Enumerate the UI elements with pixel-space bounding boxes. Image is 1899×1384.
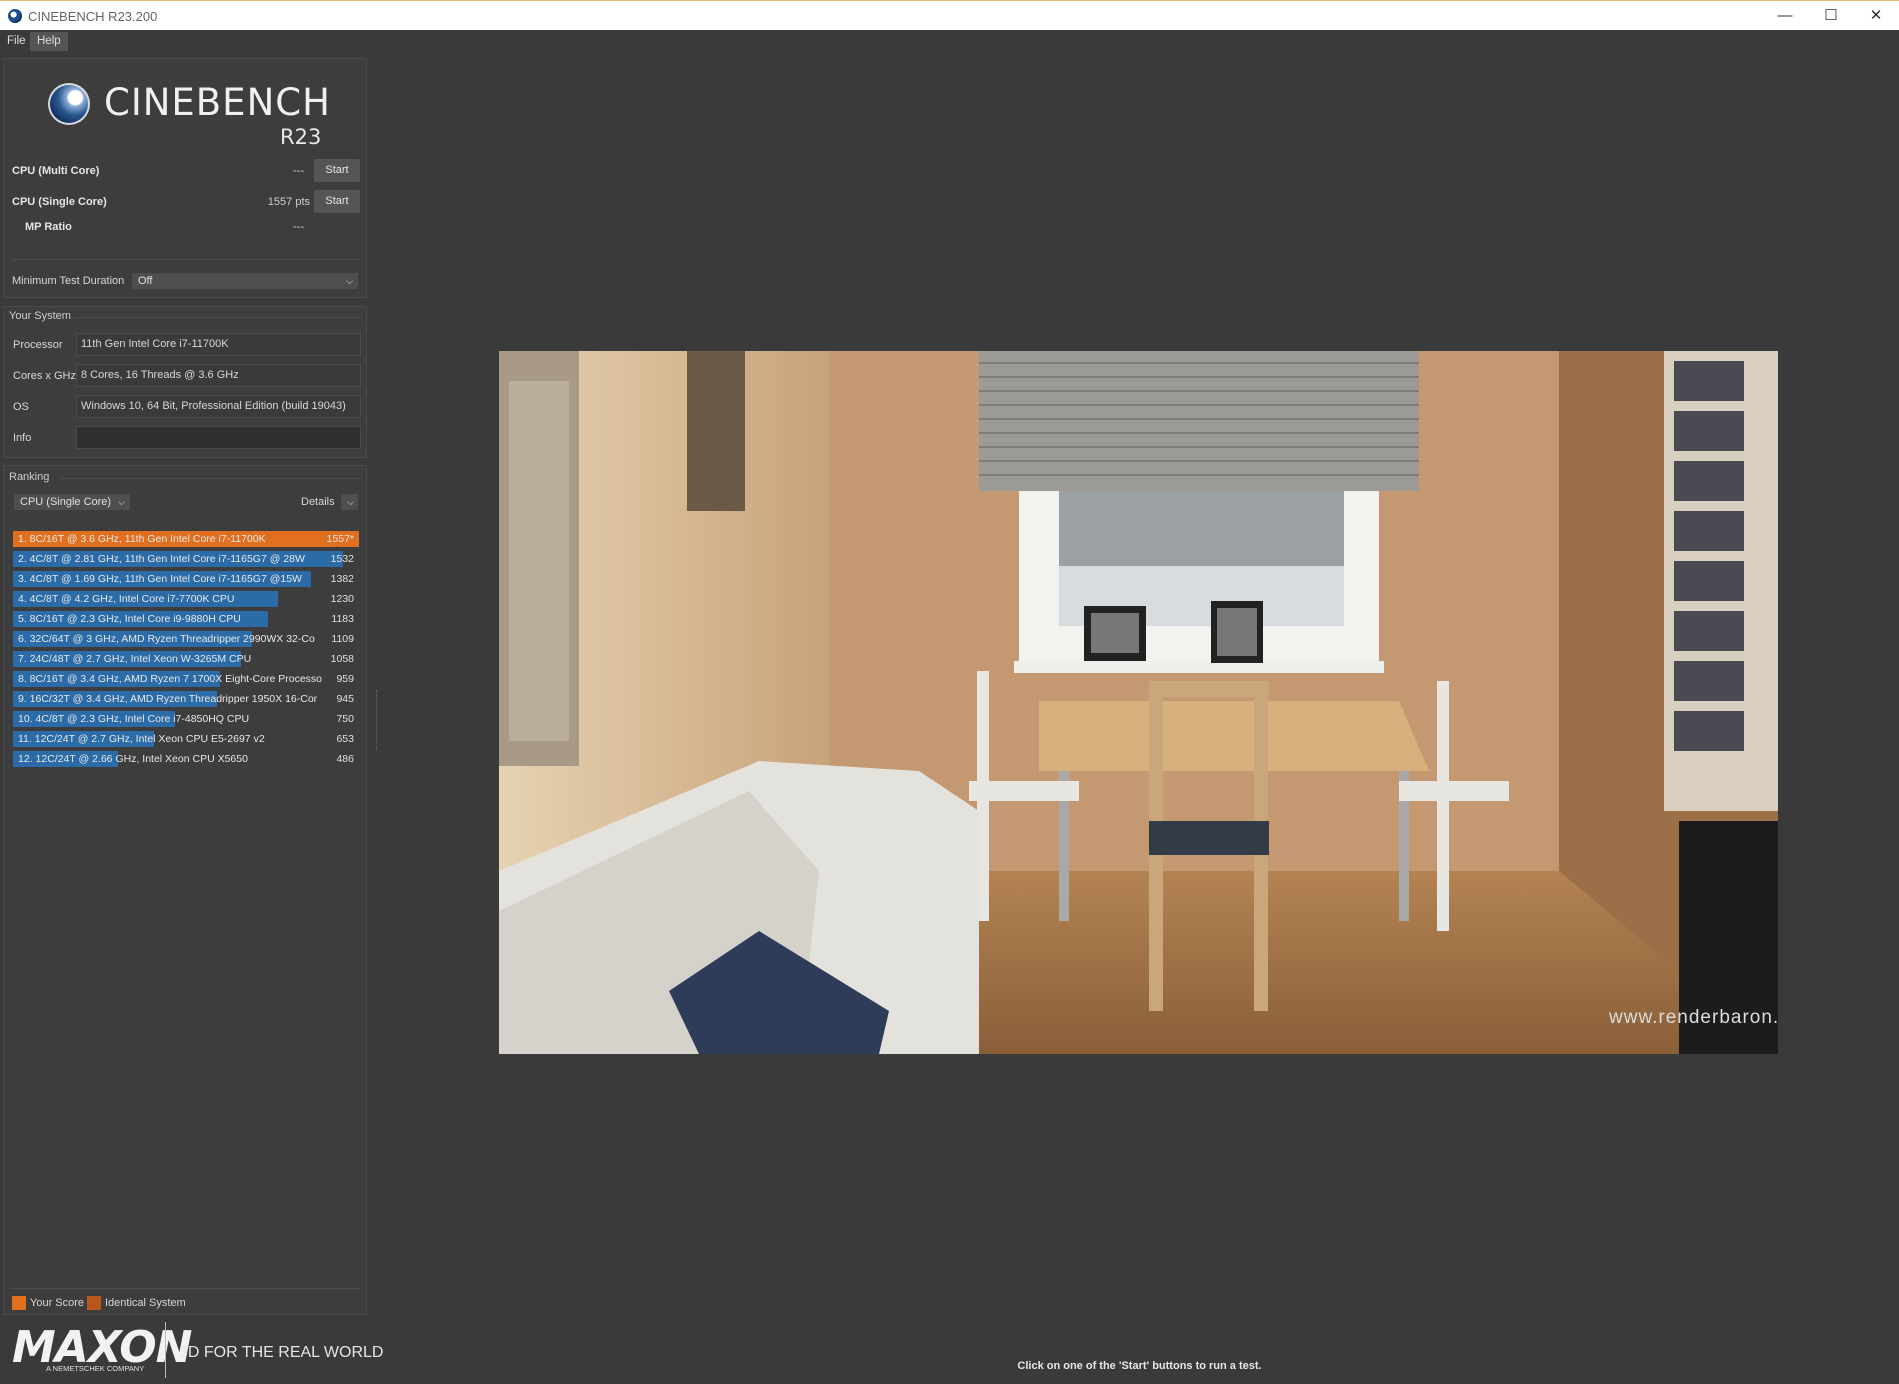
ranking-row[interactable]: 2. 4C/8T @ 2.81 GHz, 11th Gen Intel Core… — [13, 551, 359, 567]
mp-ratio-label: MP Ratio — [25, 221, 72, 233]
cores-label: Cores x GHz — [13, 370, 76, 382]
ranking-row[interactable]: 3. 4C/8T @ 1.69 GHz, 11th Gen Intel Core… — [13, 571, 359, 587]
single-core-label: CPU (Single Core) — [12, 196, 107, 208]
ranking-score: 653 — [336, 733, 354, 745]
ranking-cpu-name: 7. 24C/48T @ 2.7 GHz, Intel Xeon W-3265M… — [18, 653, 252, 665]
system-section-title: Your System — [9, 310, 71, 322]
info-field[interactable] — [76, 426, 361, 449]
min-duration-select[interactable]: Off ⌵ — [132, 273, 358, 289]
benchmark-panel: CINEBENCH R23 CPU (Multi Core) --- Start… — [3, 58, 367, 298]
menu-file[interactable]: File — [0, 32, 33, 51]
ranking-cpu-name: 1. 8C/16T @ 3.6 GHz, 11th Gen Intel Core… — [18, 533, 266, 545]
single-core-start-button[interactable]: Start — [314, 190, 360, 213]
ranking-score: 1230 — [330, 593, 354, 605]
ranking-score: 1557* — [326, 533, 354, 545]
system-panel: Your System Processor 11th Gen Intel Cor… — [3, 306, 367, 458]
single-core-score: 1557 pts — [267, 196, 310, 208]
min-duration-label: Minimum Test Duration — [12, 275, 125, 287]
multi-core-label: CPU (Multi Core) — [12, 165, 100, 177]
ranking-row[interactable]: 9. 16C/32T @ 3.4 GHz, AMD Ryzen Threadri… — [13, 691, 359, 707]
min-duration-value: Off — [138, 275, 153, 287]
ranking-score: 959 — [336, 673, 354, 685]
ranking-cpu-name: 9. 16C/32T @ 3.4 GHz, AMD Ryzen Threadri… — [18, 693, 318, 705]
render-view: www.renderbaron.de — [499, 351, 1778, 1054]
os-field: Windows 10, 64 Bit, Professional Edition… — [76, 395, 361, 418]
details-toggle-button[interactable]: ⌵ — [341, 494, 358, 510]
render-watermark: www.renderbaron.de — [1608, 1007, 1778, 1028]
ranking-cpu-name: 12. 12C/24T @ 2.66 GHz, Intel Xeon CPU X… — [18, 753, 248, 765]
ranking-cpu-name: 4. 4C/8T @ 4.2 GHz, Intel Core i7-7700K … — [18, 593, 235, 605]
cinebench-app-icon — [8, 9, 22, 23]
ranking-row[interactable]: 11. 12C/24T @ 2.7 GHz, Intel Xeon CPU E5… — [13, 731, 359, 747]
processor-field: 11th Gen Intel Core i7-11700K — [76, 333, 361, 356]
identical-system-legend: Identical System — [105, 1297, 186, 1309]
divider — [74, 317, 362, 318]
ranking-cpu-name: 3. 4C/8T @ 1.69 GHz, 11th Gen Intel Core… — [18, 573, 302, 585]
ranking-cpu-name: 10. 4C/8T @ 2.3 GHz, Intel Core i7-4850H… — [18, 713, 250, 725]
maximize-button[interactable]: ☐ — [1808, 1, 1854, 31]
ranking-score: 1058 — [330, 653, 354, 665]
close-button[interactable]: ✕ — [1853, 1, 1899, 31]
your-score-swatch — [12, 1296, 26, 1310]
ranking-score: 945 — [336, 693, 354, 705]
ranking-filter-value: CPU (Single Core) — [20, 496, 112, 508]
ranking-cpu-name: 8. 8C/16T @ 3.4 GHz, AMD Ryzen 7 1700X E… — [18, 673, 323, 685]
chevron-down-icon: ⌵ — [118, 497, 125, 507]
ranking-row[interactable]: 1. 8C/16T @ 3.6 GHz, 11th Gen Intel Core… — [13, 531, 359, 547]
ranking-filter-select[interactable]: CPU (Single Core) ⌵ — [14, 494, 130, 510]
os-label: OS — [13, 401, 29, 413]
details-label: Details — [301, 496, 335, 508]
multi-core-start-button[interactable]: Start — [314, 159, 360, 182]
minimize-button[interactable]: — — [1762, 1, 1808, 31]
ranking-row[interactable]: 5. 8C/16T @ 2.3 GHz, Intel Core i9-9880H… — [13, 611, 359, 627]
ranking-score: 750 — [336, 713, 354, 725]
panel-splitter-handle[interactable] — [376, 690, 379, 750]
ranking-section-title: Ranking — [9, 471, 50, 483]
ranking-row[interactable]: 10. 4C/8T @ 2.3 GHz, Intel Core i7-4850H… — [13, 711, 359, 727]
ranking-score: 1382 — [330, 573, 354, 585]
multi-core-score: --- — [293, 165, 304, 177]
ranking-score: 1532 — [330, 553, 354, 565]
ranking-row[interactable]: 8. 8C/16T @ 3.4 GHz, AMD Ryzen 7 1700X E… — [13, 671, 359, 687]
ranking-cpu-name: 2. 4C/8T @ 2.81 GHz, 11th Gen Intel Core… — [18, 553, 305, 565]
divider — [12, 259, 358, 260]
ranking-cpu-name: 6. 32C/64T @ 3 GHz, AMD Ryzen Threadripp… — [18, 633, 315, 645]
logo-name: CINEBENCH — [104, 81, 331, 124]
title-bar: CINEBENCH R23.200 — ☐ ✕ — [0, 0, 1899, 30]
logo-version: R23 — [280, 125, 322, 149]
ranking-cpu-name: 5. 8C/16T @ 2.3 GHz, Intel Core i9-9880H… — [18, 613, 241, 625]
ranking-cpu-name: 11. 12C/24T @ 2.7 GHz, Intel Xeon CPU E5… — [18, 733, 265, 745]
identical-system-swatch — [87, 1296, 101, 1310]
divider — [60, 478, 362, 479]
cores-field: 8 Cores, 16 Threads @ 3.6 GHz — [76, 364, 361, 387]
chevron-down-icon: ⌵ — [347, 497, 354, 507]
status-message: Click on one of the 'Start' buttons to r… — [1017, 1360, 1262, 1372]
ranking-row[interactable]: 6. 32C/64T @ 3 GHz, AMD Ryzen Threadripp… — [13, 631, 359, 647]
window-blinds — [979, 351, 1419, 491]
ranking-row[interactable]: 12. 12C/24T @ 2.66 GHz, Intel Xeon CPU X… — [13, 751, 359, 767]
render-image: www.renderbaron.de — [499, 351, 1778, 1054]
ranking-score: 1183 — [331, 613, 354, 625]
ranking-row[interactable]: 7. 24C/48T @ 2.7 GHz, Intel Xeon W-3265M… — [13, 651, 359, 667]
info-label: Info — [13, 432, 32, 444]
cinebench-logo-icon — [48, 83, 90, 125]
ranking-score: 486 — [336, 753, 354, 765]
menu-bar: File Help — [0, 30, 1899, 52]
chevron-down-icon: ⌵ — [346, 276, 353, 286]
mp-ratio-value: --- — [293, 221, 304, 233]
ranking-row[interactable]: 4. 4C/8T @ 4.2 GHz, Intel Core i7-7700K … — [13, 591, 359, 607]
window-title: CINEBENCH R23.200 — [28, 9, 158, 24]
divider — [10, 1288, 360, 1289]
processor-label: Processor — [13, 339, 63, 351]
ranking-panel: Ranking CPU (Single Core) ⌵ Details ⌵ 1.… — [3, 465, 367, 1315]
cinebench-logo: CINEBENCH R23 — [48, 73, 348, 149]
ranking-score: 1109 — [331, 633, 354, 645]
menu-help[interactable]: Help — [30, 32, 68, 51]
your-score-legend: Your Score — [30, 1297, 85, 1309]
